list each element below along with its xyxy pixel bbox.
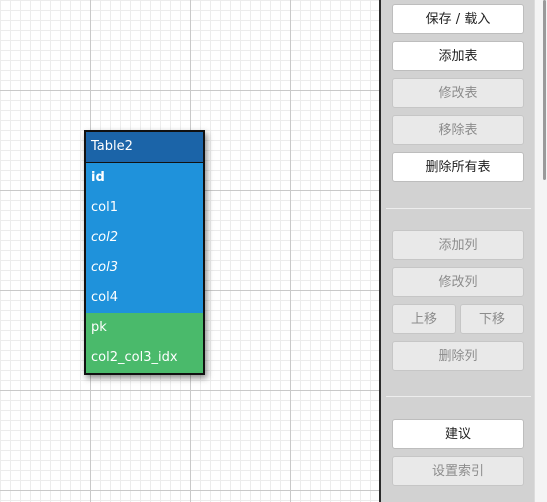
remove-column-button[interactable]: 删除列 — [392, 341, 524, 371]
table2-widget[interactable]: Table2 id col1 col2 col3 col4 pk col2_co… — [84, 130, 205, 375]
remove-all-tables-button[interactable]: 删除所有表 — [392, 152, 524, 182]
index-row-pk[interactable]: pk — [86, 313, 203, 343]
column-row-col2[interactable]: col2 — [86, 223, 203, 253]
move-up-button[interactable]: 上移 — [392, 304, 456, 334]
add-column-button[interactable]: 添加列 — [392, 230, 524, 260]
panel-divider-2 — [386, 396, 531, 397]
column-row-id[interactable]: id — [86, 163, 203, 193]
edit-column-button[interactable]: 修改列 — [392, 267, 524, 297]
edit-table-button[interactable]: 修改表 — [392, 78, 524, 108]
index-row-col2-col3-idx[interactable]: col2_col3_idx — [86, 343, 203, 373]
add-table-button[interactable]: 添加表 — [392, 41, 524, 71]
scrollbar-thumb[interactable] — [543, 0, 546, 180]
table-title[interactable]: Table2 — [86, 132, 203, 163]
save-load-button[interactable]: 保存 / 载入 — [392, 4, 524, 34]
move-down-button[interactable]: 下移 — [460, 304, 524, 334]
column-row-col3[interactable]: col3 — [86, 253, 203, 283]
column-row-col1[interactable]: col1 — [86, 193, 203, 223]
suggest-button[interactable]: 建议 — [392, 419, 524, 449]
panel-divider-1 — [386, 208, 531, 209]
column-row-col4[interactable]: col4 — [86, 283, 203, 313]
set-index-button[interactable]: 设置索引 — [392, 456, 524, 486]
remove-table-button[interactable]: 移除表 — [392, 115, 524, 145]
